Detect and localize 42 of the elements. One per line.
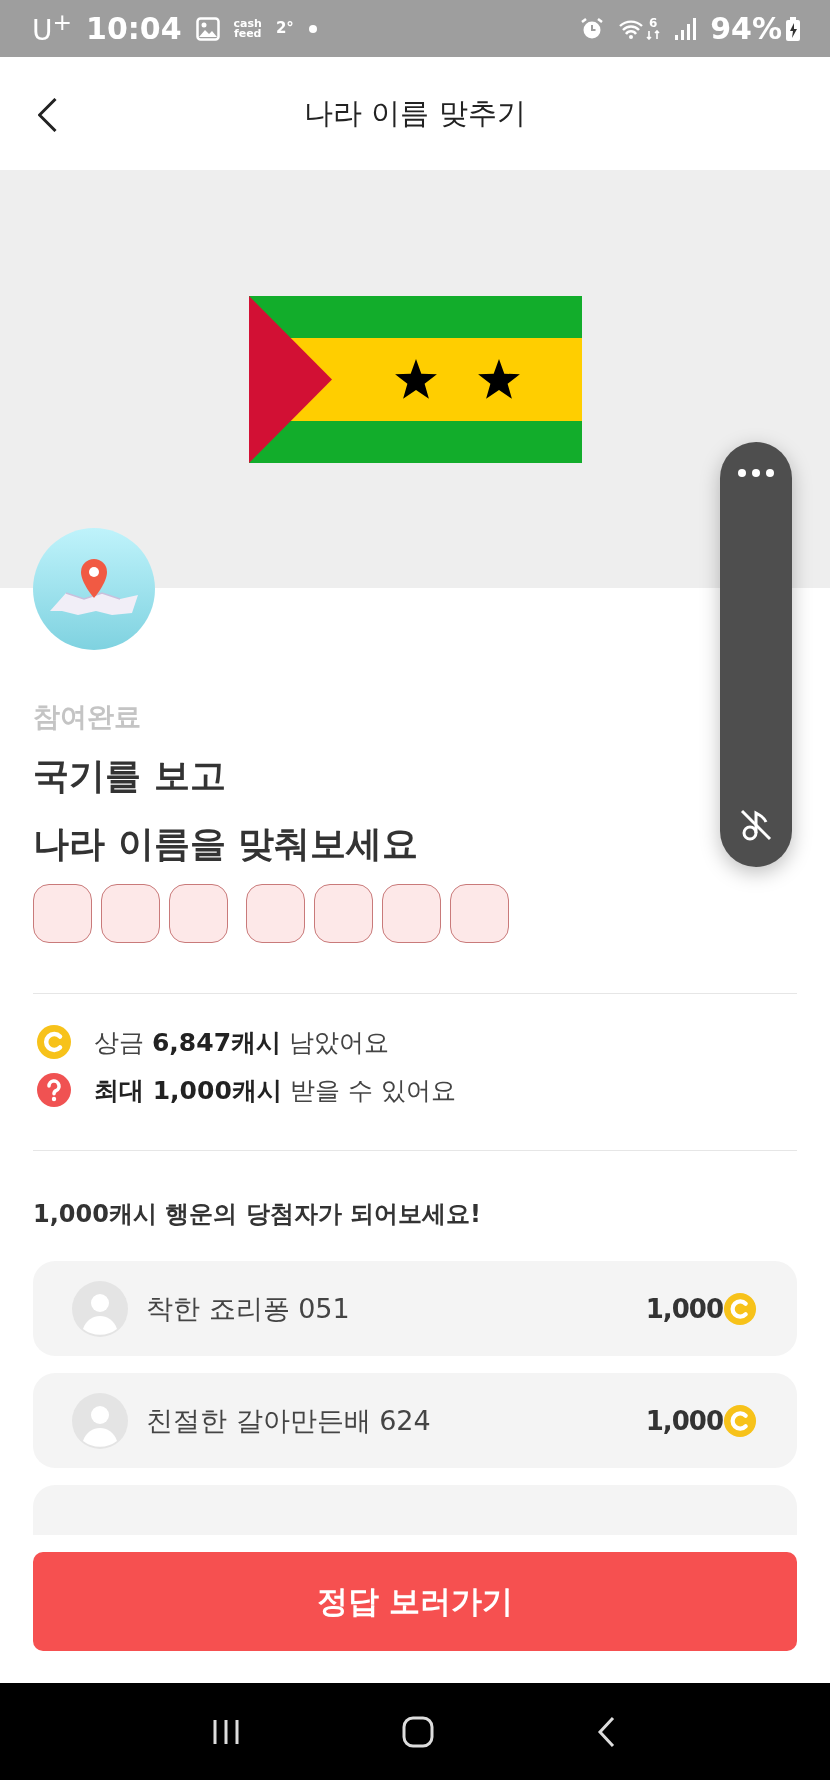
signal-icon (674, 16, 697, 41)
music-off-icon[interactable] (739, 807, 773, 843)
answer-slot[interactable] (101, 884, 160, 943)
coin-icon (36, 1024, 72, 1060)
help-icon (36, 1072, 72, 1108)
answer-slot[interactable] (33, 884, 92, 943)
answer-button[interactable]: 정답 보러가기 (33, 1552, 797, 1651)
temperature: 2° (275, 21, 294, 36)
winners-heading: 1,000캐시 행운의 당첨자가 되어보세요! (33, 1199, 482, 1229)
data-arrows-icon (646, 30, 661, 40)
answer-slot[interactable] (314, 884, 373, 943)
back-button[interactable] (38, 98, 57, 132)
answer-slot[interactable] (382, 884, 441, 943)
home-button[interactable] (402, 1715, 434, 1748)
answer-slot[interactable] (246, 884, 305, 943)
wifi-icon (618, 17, 645, 40)
winner-name: 친절한 갈아만든배 624 (146, 1403, 432, 1438)
winner-amount: 1,000 (645, 1293, 723, 1324)
carrier-label: U$^{+}$ (32, 11, 73, 46)
avatar-icon (72, 1392, 128, 1449)
answer-slot[interactable] (169, 884, 228, 943)
wifi-band-label: 6 (649, 17, 658, 29)
battery-icon (786, 16, 800, 41)
alarm-icon (580, 16, 605, 41)
info-text: 상금 6,847캐시 남았어요 (94, 1026, 389, 1059)
coin-icon (723, 1403, 757, 1438)
gallery-icon (195, 16, 220, 41)
more-icon[interactable] (737, 468, 775, 478)
winner-name: 착한 죠리퐁 051 (146, 1291, 351, 1326)
dot-icon (307, 23, 318, 34)
page-title: 나라 이름 맞추기 (304, 94, 526, 132)
app-label: cash feed (233, 18, 262, 39)
clock: 10:04 (86, 13, 182, 44)
coin-icon (723, 1291, 757, 1326)
winner-amount: 1,000 (645, 1405, 723, 1436)
participation-status: 참여완료 (33, 700, 142, 734)
question-text: 나라 이름을 맞춰보세요 (33, 822, 419, 866)
answer-slot[interactable] (450, 884, 509, 943)
question-text: 국기를 보고 (33, 754, 226, 798)
avatar-icon (72, 1280, 128, 1337)
battery-level: 94% (710, 13, 782, 44)
info-text: 최대 1,000캐시 받을 수 있어요 (94, 1074, 456, 1107)
